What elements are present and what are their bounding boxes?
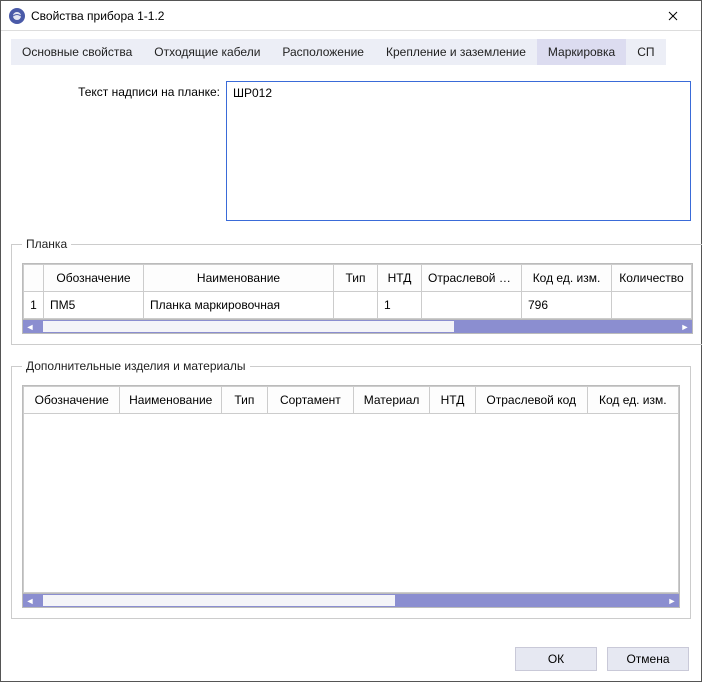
extras-hscroll[interactable]: ◄ ► (23, 593, 679, 607)
col-designation[interactable]: Обозначение (44, 265, 144, 292)
col-type[interactable]: Тип (222, 387, 268, 414)
table-row[interactable]: 1 ПМ5 Планка маркировочная 1 796 (24, 292, 692, 319)
col-ntd[interactable]: НТД (430, 387, 476, 414)
col-sortament[interactable]: Сортамент (267, 387, 353, 414)
dialog-footer: ОК Отмена (1, 639, 701, 681)
col-qty[interactable]: Количество (612, 265, 692, 292)
cell-name[interactable]: Планка маркировочная (144, 292, 334, 319)
cell-unit-code[interactable]: 796 (522, 292, 612, 319)
scroll-right-icon[interactable]: ► (665, 594, 679, 607)
cell-ntd[interactable]: 1 (378, 292, 422, 319)
close-button[interactable] (653, 2, 693, 30)
plate-table-wrap: Обозначение Наименование Тип НТД Отрасле… (22, 263, 693, 334)
client-area: Основные свойства Отходящие кабели Распо… (1, 31, 701, 639)
app-icon (9, 8, 25, 24)
col-unit-code[interactable]: Код ед. изм. (522, 265, 612, 292)
tab-placement[interactable]: Расположение (271, 39, 375, 65)
cell-type[interactable] (334, 292, 378, 319)
tab-sp[interactable]: СП (626, 39, 665, 65)
col-designation[interactable]: Обозначение (24, 387, 120, 414)
table-header-row: Обозначение Наименование Тип НТД Отрасле… (24, 265, 692, 292)
table-header-row: Обозначение Наименование Тип Сортамент М… (24, 387, 679, 414)
col-industry-code[interactable]: Отраслевой код (475, 387, 587, 414)
extras-group: Дополнительные изделия и материалы Обозн… (11, 359, 691, 619)
scroll-track[interactable] (37, 594, 665, 607)
scroll-left-icon[interactable]: ◄ (23, 594, 37, 607)
cell-n[interactable]: 1 (24, 292, 44, 319)
tab-strip: Основные свойства Отходящие кабели Распо… (11, 39, 691, 65)
tab-marking[interactable]: Маркировка (537, 39, 626, 65)
col-name[interactable]: Наименование (144, 265, 334, 292)
ok-button[interactable]: ОК (515, 647, 597, 671)
dialog-window: Свойства прибора 1-1.2 Основные свойства… (0, 0, 702, 682)
cancel-button[interactable]: Отмена (607, 647, 689, 671)
scroll-left-icon[interactable]: ◄ (23, 320, 37, 333)
extras-table-wrap: Обозначение Наименование Тип Сортамент М… (22, 385, 680, 608)
plate-text-row: Текст надписи на планке: (11, 81, 691, 221)
extras-empty-body[interactable] (23, 414, 679, 593)
col-unit-code[interactable]: Код ед. изм. (587, 387, 678, 414)
col-material[interactable]: Материал (354, 387, 430, 414)
tab-cables[interactable]: Отходящие кабели (143, 39, 271, 65)
window-title: Свойства прибора 1-1.2 (31, 9, 653, 23)
col-name[interactable]: Наименование (120, 387, 222, 414)
plate-group-legend: Планка (22, 237, 71, 251)
plate-text-label: Текст надписи на планке: (11, 81, 226, 99)
plate-hscroll[interactable]: ◄ ► (23, 319, 692, 333)
extras-table[interactable]: Обозначение Наименование Тип Сортамент М… (23, 386, 679, 414)
col-n[interactable] (24, 265, 44, 292)
scroll-right-icon[interactable]: ► (678, 320, 692, 333)
tab-basic[interactable]: Основные свойства (11, 39, 143, 65)
plate-group: Планка Обозначение Наименование Тип НТД … (11, 237, 702, 345)
cell-designation[interactable]: ПМ5 (44, 292, 144, 319)
scroll-thumb[interactable] (43, 321, 453, 332)
cell-industry-code[interactable] (422, 292, 522, 319)
plate-table[interactable]: Обозначение Наименование Тип НТД Отрасле… (23, 264, 692, 319)
cell-qty[interactable] (612, 292, 692, 319)
col-type[interactable]: Тип (334, 265, 378, 292)
titlebar: Свойства прибора 1-1.2 (1, 1, 701, 31)
col-industry-code[interactable]: Отраслевой код (422, 265, 522, 292)
tab-grounding[interactable]: Крепление и заземление (375, 39, 537, 65)
plate-text-input[interactable] (226, 81, 691, 221)
scroll-track[interactable] (37, 320, 678, 333)
col-ntd[interactable]: НТД (378, 265, 422, 292)
scroll-thumb[interactable] (43, 595, 395, 606)
extras-group-legend: Дополнительные изделия и материалы (22, 359, 250, 373)
